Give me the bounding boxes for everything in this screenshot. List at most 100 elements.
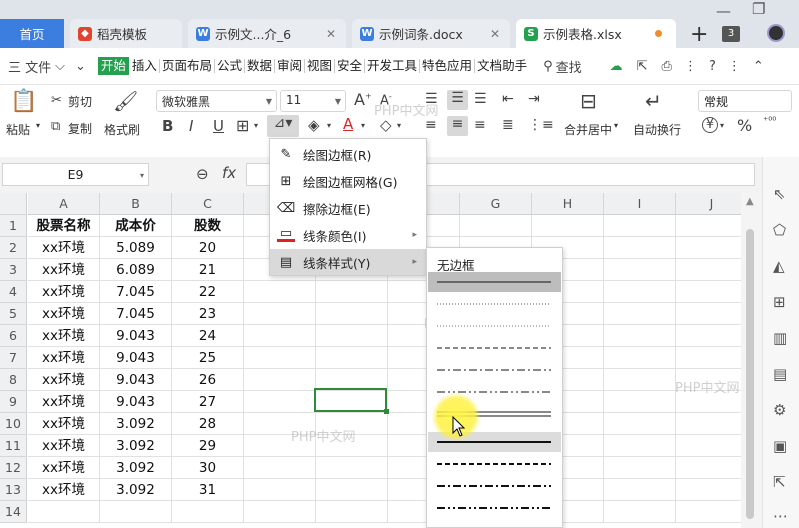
- table-cell[interactable]: 9.043: [100, 369, 172, 391]
- indent-increase-icon[interactable]: ⇥: [528, 91, 540, 107]
- more-apps-icon[interactable]: ⋯: [773, 507, 788, 525]
- row-header[interactable]: 1: [0, 215, 27, 237]
- new-tab-button[interactable]: +: [690, 22, 708, 47]
- table-cell[interactable]: 23: [172, 303, 244, 325]
- collapse-ribbon-icon[interactable]: ⌃: [753, 59, 764, 74]
- table-cell[interactable]: xx环境: [28, 435, 100, 457]
- table-cell[interactable]: 9.043: [100, 347, 172, 369]
- line-style-option[interactable]: [428, 476, 561, 496]
- table-cell[interactable]: [604, 325, 676, 347]
- underline-button[interactable]: U: [213, 117, 224, 135]
- table-cell[interactable]: [460, 215, 532, 237]
- table-cell[interactable]: xx环境: [28, 259, 100, 281]
- row-header[interactable]: 4: [0, 281, 27, 303]
- layers-icon[interactable]: ▤: [773, 365, 787, 383]
- table-cell[interactable]: xx环境: [28, 391, 100, 413]
- row-header[interactable]: 10: [0, 413, 27, 435]
- menu-draw-border[interactable]: ✎ 绘图边框(R): [270, 141, 426, 167]
- paste-button[interactable]: 粘贴: [6, 121, 30, 138]
- merge-center-button[interactable]: 合并居中: [564, 121, 612, 138]
- table-cell[interactable]: [604, 347, 676, 369]
- row-header[interactable]: 5: [0, 303, 27, 325]
- table-cell[interactable]: [676, 325, 748, 347]
- restore-icon[interactable]: ❐: [752, 0, 765, 18]
- table-cell[interactable]: [676, 479, 748, 501]
- table-cell[interactable]: [676, 259, 748, 281]
- table-cell[interactable]: 28: [172, 413, 244, 435]
- row-header[interactable]: 12: [0, 457, 27, 479]
- indent-decrease-icon[interactable]: ⇤: [502, 91, 514, 107]
- vertical-scrollbar[interactable]: ▲: [741, 193, 762, 528]
- table-cell[interactable]: [676, 413, 748, 435]
- tab-template[interactable]: ◆ 稻壳模板: [70, 19, 182, 48]
- table-cell[interactable]: 3.092: [100, 479, 172, 501]
- table-cell[interactable]: xx环境: [28, 413, 100, 435]
- menu-page-layout[interactable]: 页面布局: [160, 59, 215, 73]
- table-cell[interactable]: 25: [172, 347, 244, 369]
- image-icon[interactable]: ▣: [773, 437, 787, 455]
- scroll-thumb[interactable]: [746, 229, 754, 519]
- fx-icon[interactable]: fx: [222, 164, 236, 182]
- chart-icon[interactable]: ▥: [773, 329, 787, 347]
- row-header[interactable]: 13: [0, 479, 27, 501]
- justify-icon[interactable]: ≣: [502, 117, 514, 133]
- menu-line-style[interactable]: ▤ 线条样式(Y) ▸: [270, 249, 426, 275]
- table-cell[interactable]: xx环境: [28, 457, 100, 479]
- column-header-c[interactable]: C: [172, 193, 244, 215]
- avatar[interactable]: [767, 24, 785, 42]
- menu-features[interactable]: 特色应用: [420, 59, 476, 73]
- name-box[interactable]: E9 ▾: [2, 163, 149, 186]
- align-center-icon[interactable]: ≡: [447, 116, 468, 136]
- select-all-corner[interactable]: [0, 193, 27, 215]
- decimal-increase-icon[interactable]: ⁺⁰⁰: [763, 116, 776, 127]
- table-cell[interactable]: [604, 413, 676, 435]
- table-cell[interactable]: 20: [172, 237, 244, 259]
- chevron-down-icon[interactable]: ▾: [614, 121, 618, 130]
- table-cell[interactable]: [316, 281, 388, 303]
- row-header[interactable]: 2: [0, 237, 27, 259]
- table-cell[interactable]: 22: [172, 281, 244, 303]
- search-button[interactable]: 查找: [556, 57, 582, 76]
- table-cell[interactable]: [604, 215, 676, 237]
- row-header[interactable]: 9: [0, 391, 27, 413]
- help-icon[interactable]: ?: [709, 59, 716, 74]
- line-style-option[interactable]: [428, 454, 561, 474]
- menu-erase-border[interactable]: ⌫ 擦除边框(E): [270, 195, 426, 221]
- line-style-option[interactable]: [428, 338, 561, 358]
- table-cell[interactable]: [604, 237, 676, 259]
- style-icon[interactable]: ◭: [773, 257, 785, 275]
- menu-formula[interactable]: 公式: [215, 59, 245, 73]
- row-header[interactable]: 7: [0, 347, 27, 369]
- cut-button[interactable]: 剪切: [68, 93, 92, 110]
- column-header-b[interactable]: B: [100, 193, 172, 215]
- table-cell[interactable]: 7.045: [100, 281, 172, 303]
- table-cell[interactable]: 3.092: [100, 413, 172, 435]
- row-header[interactable]: 8: [0, 369, 27, 391]
- menu-draw-border-grid[interactable]: ⊞ 绘图边框网格(G): [270, 168, 426, 194]
- table-cell[interactable]: 30: [172, 457, 244, 479]
- pointer-icon[interactable]: ⇖: [773, 185, 786, 203]
- table-cell[interactable]: [604, 369, 676, 391]
- apps-icon[interactable]: ⊞: [773, 293, 786, 311]
- table-cell[interactable]: 3.092: [100, 435, 172, 457]
- chevron-down-icon[interactable]: ▾: [327, 121, 331, 130]
- table-cell[interactable]: [604, 501, 676, 523]
- table-cell[interactable]: [676, 237, 748, 259]
- table-cell[interactable]: [244, 457, 316, 479]
- table-cell[interactable]: [244, 479, 316, 501]
- table-cell[interactable]: [244, 501, 316, 523]
- line-style-option[interactable]: [428, 498, 561, 518]
- table-cell[interactable]: [604, 391, 676, 413]
- quick-menu-icon[interactable]: ⌄: [75, 59, 86, 74]
- table-cell[interactable]: xx环境: [28, 325, 100, 347]
- tab-count-badge[interactable]: 3: [722, 26, 740, 42]
- table-cell[interactable]: 6.089: [100, 259, 172, 281]
- chevron-down-icon[interactable]: ▾: [397, 121, 401, 130]
- table-cell[interactable]: [532, 215, 604, 237]
- font-name-select[interactable]: 微软雅黑 ▼: [156, 90, 277, 112]
- table-cell[interactable]: xx环境: [28, 347, 100, 369]
- table-cell[interactable]: xx环境: [28, 303, 100, 325]
- menu-data[interactable]: 数据: [245, 59, 275, 73]
- border-grid-icon[interactable]: ⊞: [236, 116, 249, 135]
- table-cell[interactable]: 31: [172, 479, 244, 501]
